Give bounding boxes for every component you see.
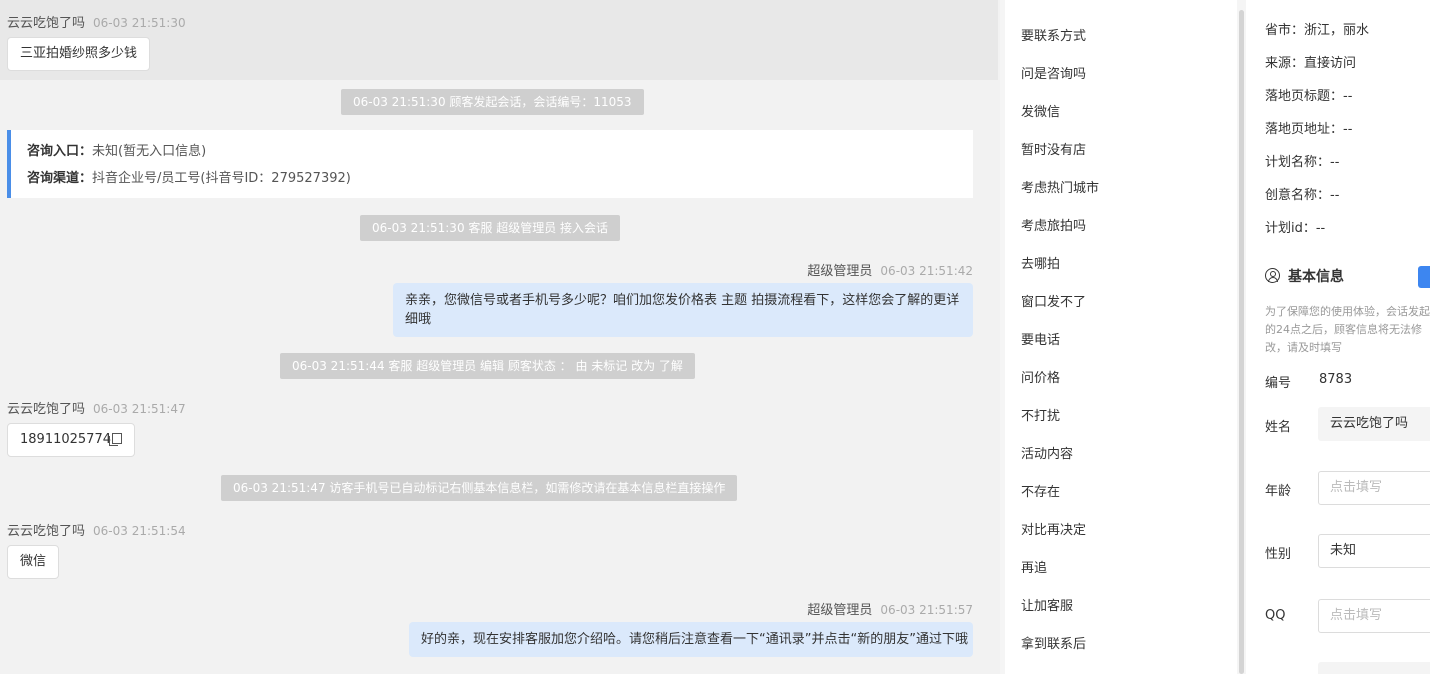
id-label: 编号 (1265, 376, 1292, 391)
qq-field[interactable]: 点击填写 (1318, 599, 1430, 633)
landing-page-url: 落地页地址：-- (1265, 122, 1353, 137)
system-notice: 06-03 21:51:44 客服 超级管理员 编辑 顾客状态 ： 由 未标记 … (280, 353, 695, 379)
message-time: 06-03 21:51:54 (93, 524, 186, 538)
quick-reply-item[interactable]: 不存在 (1021, 481, 1060, 500)
system-notice: 06-03 21:51:30 顾客发起会话，会话编号：11053 (341, 89, 644, 115)
system-notice: 06-03 21:51:30 客服 超级管理员 接入会话 (360, 215, 621, 241)
copy-icon[interactable] (108, 433, 122, 446)
quick-reply-item[interactable]: 要联系方式 (1021, 25, 1086, 44)
message-time: 06-03 21:51:47 (93, 402, 186, 416)
message-header: 云云吃饱了吗 06-03 21:51:47 (7, 398, 186, 417)
message-header: 超级管理员 06-03 21:51:57 (807, 599, 973, 618)
customer-message[interactable]: 18911025774 (7, 423, 135, 457)
message-time: 06-03 21:51:42 (880, 264, 973, 278)
quick-reply-item[interactable]: 考虑旅拍吗 (1021, 215, 1086, 234)
agent-message[interactable]: 亲亲，您微信号或者手机号多少呢？咱们加您发价格表 主题 拍摄流程看下，这样您会了… (393, 283, 973, 337)
name-field[interactable]: 云云吃饱了吗 (1318, 407, 1430, 441)
quick-reply-item[interactable]: 拿到联系后 (1021, 633, 1086, 652)
section-title-text: 基本信息 (1288, 269, 1344, 285)
message-time: 06-03 21:51:57 (880, 603, 973, 617)
channel-value: 抖音企业号/员工号(抖音号ID：279527392) (92, 171, 351, 186)
message-time: 06-03 21:51:30 (93, 16, 186, 30)
gender-label: 性别 (1265, 547, 1292, 562)
user-circle-icon (1265, 268, 1280, 283)
quick-reply-item[interactable]: 活动内容 (1021, 443, 1073, 462)
system-notice: 06-03 21:51:47 访客手机号已自动标记右侧基本信息栏，如需修改请在基… (221, 475, 738, 501)
id-value: 8783 (1319, 372, 1353, 387)
customer-message[interactable]: 微信 (7, 545, 60, 579)
customer-info-panel: 省市：浙江，丽水 来源：直接访问 落地页标题：-- 落地页地址：-- 计划名称：… (1246, 0, 1430, 674)
message-header: 云云吃饱了吗 06-03 21:51:54 (7, 520, 186, 539)
agent-message[interactable]: 好的亲，现在安排客服加您介绍哈。请您稍后注意查看一下“通讯录”并点击“新的朋友”… (409, 622, 973, 657)
entry-row: 咨询入口：未知(暂无入口信息) (27, 138, 957, 165)
quick-reply-item[interactable]: 暂时没有店 (1021, 139, 1086, 158)
message-header: 超级管理员 06-03 21:51:42 (807, 260, 973, 279)
sender-name: 超级管理员 (807, 264, 873, 279)
creative-name: 创意名称：-- (1265, 188, 1340, 203)
next-field[interactable] (1318, 662, 1430, 674)
source: 来源：直接访问 (1265, 56, 1357, 71)
age-field[interactable]: 点击填写 (1318, 471, 1430, 505)
edit-button[interactable] (1418, 266, 1430, 288)
chat-panel: 云云吃饱了吗 06-03 21:51:30 三亚拍婚纱照多少钱 06-03 21:… (0, 0, 1000, 674)
qq-label: QQ (1265, 608, 1286, 623)
entry-value: 未知(暂无入口信息) (92, 144, 207, 159)
channel-label: 咨询渠道： (27, 171, 93, 186)
quick-reply-item[interactable]: 窗口发不了 (1021, 291, 1086, 310)
plan-name: 计划名称：-- (1265, 155, 1340, 170)
quick-reply-item[interactable]: 问是咨询吗 (1021, 63, 1086, 82)
quick-reply-item[interactable]: 要电话 (1021, 329, 1060, 348)
consult-entry-card: 咨询入口：未知(暂无入口信息) 咨询渠道：抖音企业号/员工号(抖音号ID：279… (7, 130, 973, 198)
sender-name: 超级管理员 (807, 603, 873, 618)
gender-select[interactable]: 未知 (1318, 534, 1430, 568)
province-city: 省市：浙江，丽水 (1265, 23, 1370, 38)
customer-message[interactable]: 三亚拍婚纱照多少钱 (7, 37, 151, 71)
sender-name: 云云吃饱了吗 (7, 402, 86, 417)
quick-reply-list: 要联系方式 问是咨询吗 发微信 暂时没有店 考虑热门城市 考虑旅拍吗 去哪拍 窗… (1005, 0, 1237, 674)
quick-reply-item[interactable]: 不打扰 (1021, 405, 1060, 424)
quick-reply-item[interactable]: 去哪拍 (1021, 253, 1060, 272)
channel-row: 咨询渠道：抖音企业号/员工号(抖音号ID：279527392) (27, 165, 957, 192)
info-notice: 为了保障您的使用体验，会话发起的24点之后，顾客信息将无法修改，请及时填写 (1265, 305, 1430, 354)
quick-reply-item[interactable]: 考虑热门城市 (1021, 177, 1099, 196)
sender-name: 云云吃饱了吗 (7, 16, 86, 31)
quick-reply-item[interactable]: 对比再决定 (1021, 519, 1086, 538)
plan-id: 计划id：-- (1265, 221, 1326, 236)
age-label: 年龄 (1265, 484, 1292, 499)
quick-reply-item[interactable]: 发微信 (1021, 101, 1060, 120)
quick-reply-item[interactable]: 让加客服 (1021, 595, 1073, 614)
name-label: 姓名 (1265, 420, 1292, 435)
entry-label: 咨询入口： (27, 144, 93, 159)
quick-reply-item[interactable]: 问价格 (1021, 367, 1060, 386)
phone-number: 18911025774 (20, 432, 111, 447)
quick-reply-item[interactable]: 再追 (1021, 557, 1047, 576)
sender-name: 云云吃饱了吗 (7, 524, 86, 539)
landing-page-title: 落地页标题：-- (1265, 89, 1353, 104)
basic-info-title: 基本信息 (1265, 266, 1344, 286)
scrollbar[interactable] (1239, 10, 1244, 674)
message-header: 云云吃饱了吗 06-03 21:51:30 (7, 12, 186, 31)
